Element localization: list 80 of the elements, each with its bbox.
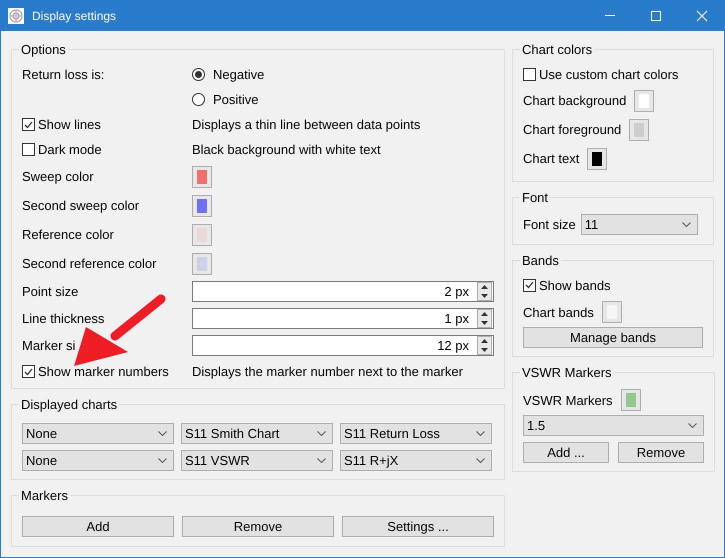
maximize-icon	[650, 10, 662, 22]
manage-bands-button[interactable]: Manage bands	[523, 327, 703, 348]
spin-buttons[interactable]	[477, 336, 492, 355]
radio-label[interactable]: Positive	[213, 92, 259, 107]
setting-label: Chart background	[523, 93, 626, 108]
group-title: VSWR Markers	[521, 365, 613, 380]
radio-button[interactable]	[192, 93, 205, 106]
vswr-button[interactable]: Remove	[618, 442, 704, 463]
color-picker-button[interactable]	[192, 166, 212, 188]
description-text: Black background with white text	[192, 142, 381, 157]
chevron-icon	[682, 222, 691, 226]
color-picker-button[interactable]	[602, 301, 622, 323]
window-title: Display settings	[32, 8, 118, 22]
marker-button[interactable]: Remove	[182, 516, 334, 537]
setting-label: Font size	[523, 216, 576, 232]
setting-label: Return loss is:	[22, 67, 104, 82]
checkbox[interactable]	[22, 365, 35, 378]
group-title: Options	[20, 42, 67, 57]
close-icon	[696, 10, 708, 22]
checkbox-label[interactable]: Show lines	[38, 117, 101, 132]
color-picker-button[interactable]	[192, 252, 212, 274]
group-title: Markers	[20, 488, 69, 503]
marker-button[interactable]: Settings ...	[342, 516, 494, 537]
checkbox-label[interactable]: Use custom chart colors	[539, 66, 678, 82]
number-field[interactable]: 2 px	[192, 281, 494, 302]
chart-dropdown[interactable]: S11 VSWR	[181, 450, 333, 471]
setting-label: Second reference color	[22, 256, 156, 271]
vswr-button[interactable]: Add ...	[523, 442, 609, 463]
chart-dropdown[interactable]: S11 Return Loss	[340, 423, 492, 444]
setting-label: Chart text	[523, 151, 580, 166]
group-title: Chart colors	[521, 42, 594, 57]
setting-label: Reference color	[22, 227, 114, 242]
chevron-icon	[317, 458, 326, 463]
chart-dropdown[interactable]: S11 Smith Chart	[181, 423, 333, 444]
color-picker-button[interactable]	[620, 389, 641, 411]
chart-dropdown[interactable]: None	[22, 423, 174, 444]
setting-label: Point size	[22, 284, 78, 299]
chevron-icon	[476, 458, 485, 463]
font-size-dropdown[interactable]: 11	[580, 214, 698, 234]
chevron-icon	[317, 431, 326, 436]
chevron-icon	[158, 458, 167, 463]
color-picker-button[interactable]	[192, 194, 212, 216]
chevron-icon	[158, 431, 167, 436]
setting-label: Line thickness	[22, 311, 104, 326]
marker-button[interactable]: Add	[22, 516, 174, 537]
color-picker-button[interactable]	[587, 148, 608, 170]
number-field[interactable]: 12 px	[192, 335, 494, 356]
vswr-dropdown[interactable]: 1.5	[523, 415, 704, 436]
radio-label[interactable]: Negative	[213, 67, 264, 82]
color-picker-button[interactable]	[192, 224, 212, 246]
description-text: Displays a thin line between data points	[192, 117, 420, 132]
spin-buttons[interactable]	[477, 309, 492, 328]
color-picker-button[interactable]	[634, 90, 654, 112]
chevron-icon	[476, 431, 485, 436]
setting-label: Marker si	[22, 338, 76, 353]
checkbox[interactable]	[523, 278, 536, 292]
chart-dropdown[interactable]: S11 R+jX	[340, 450, 492, 471]
checkbox[interactable]	[22, 143, 35, 156]
chart-dropdown[interactable]: None	[22, 450, 174, 471]
spin-buttons[interactable]	[477, 282, 492, 301]
group-title: Font	[521, 190, 550, 205]
color-picker-button[interactable]	[629, 118, 650, 140]
chevron-icon	[688, 423, 697, 428]
setting-label: Second sweep color	[22, 198, 140, 213]
setting-label: VSWR Markers	[523, 392, 613, 408]
checkbox[interactable]	[22, 118, 35, 131]
description-text: Displays the marker number next to the marker	[192, 364, 463, 379]
checkbox-label[interactable]: Dark mode	[38, 142, 102, 157]
setting-label: Chart foreground	[523, 122, 622, 137]
app-icon	[8, 8, 24, 24]
radio-button[interactable]	[192, 68, 205, 81]
group-title: Bands	[521, 253, 560, 268]
setting-label: Sweep color	[22, 169, 94, 184]
group-title: Displayed charts	[20, 397, 118, 412]
checkbox-label[interactable]: Show marker numbers	[38, 364, 169, 379]
minimize-icon	[605, 15, 615, 16]
number-field[interactable]: 1 px	[192, 308, 494, 329]
setting-label: Chart bands	[523, 304, 594, 320]
checkbox-label[interactable]: Show bands	[539, 278, 611, 292]
checkbox[interactable]	[523, 68, 536, 80]
